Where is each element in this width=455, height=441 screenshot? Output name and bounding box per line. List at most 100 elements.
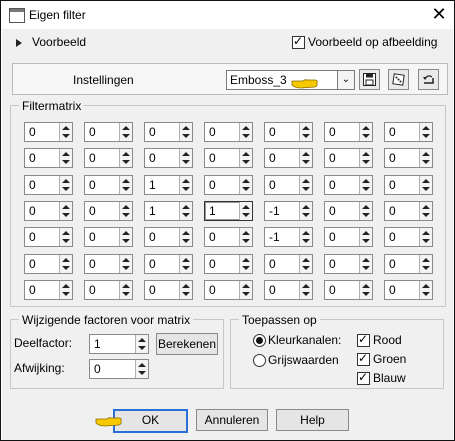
matrix-cell-r3-c6[interactable]: 0: [324, 175, 373, 195]
matrix-cell-r5-c2[interactable]: 0: [84, 227, 133, 247]
matrix-cell-r3-c1[interactable]: 0: [24, 175, 73, 195]
matrix-cell-r3-c3[interactable]: 1: [144, 175, 193, 195]
matrix-cell-spin-buttons[interactable]: [119, 176, 132, 194]
matrix-cell-r7-c6[interactable]: 0: [324, 280, 373, 300]
red-label[interactable]: Rood: [373, 333, 402, 347]
matrix-cell-spin-buttons[interactable]: [359, 202, 372, 220]
matrix-cell-r5-c5[interactable]: -1: [264, 227, 313, 247]
matrix-cell-spin-buttons[interactable]: [299, 202, 312, 220]
close-button[interactable]: ✕: [431, 5, 447, 23]
matrix-cell-spin-buttons[interactable]: [179, 255, 192, 273]
matrix-cell-spin-buttons[interactable]: [359, 176, 372, 194]
matrix-cell-r6-c4[interactable]: 0: [204, 254, 253, 274]
green-checkbox[interactable]: [357, 351, 370, 366]
matrix-cell-r3-c5[interactable]: 0: [264, 175, 313, 195]
matrix-cell-spin-buttons[interactable]: [299, 176, 312, 194]
matrix-cell-spin-buttons[interactable]: [119, 123, 132, 141]
matrix-cell-spin-buttons[interactable]: [419, 123, 432, 141]
matrix-cell-r2-c6[interactable]: 0: [324, 148, 373, 168]
matrix-cell-spin-buttons[interactable]: [239, 123, 252, 141]
grayscale-label[interactable]: Grijswaarden: [268, 353, 339, 367]
matrix-cell-r6-c2[interactable]: 0: [84, 254, 133, 274]
matrix-cell-r4-c4[interactable]: 1: [204, 201, 253, 221]
cancel-button[interactable]: Annuleren: [196, 409, 268, 431]
matrix-cell-spin-buttons[interactable]: [359, 149, 372, 167]
matrix-cell-r3-c4[interactable]: 0: [204, 175, 253, 195]
bias-stepper[interactable]: 0: [89, 359, 149, 379]
matrix-cell-spin-buttons[interactable]: [419, 202, 432, 220]
matrix-cell-spin-buttons[interactable]: [119, 149, 132, 167]
matrix-cell-spin-buttons[interactable]: [419, 176, 432, 194]
matrix-cell-r1-c1[interactable]: 0: [24, 122, 73, 142]
save-preset-button[interactable]: [359, 69, 380, 90]
matrix-cell-spin-buttons[interactable]: [419, 228, 432, 246]
compute-button[interactable]: Berekenen: [156, 333, 218, 355]
matrix-cell-spin-buttons[interactable]: [239, 176, 252, 194]
ok-button[interactable]: OK: [113, 409, 188, 433]
matrix-cell-r2-c1[interactable]: 0: [24, 148, 73, 168]
matrix-cell-r3-c2[interactable]: 0: [84, 175, 133, 195]
help-button[interactable]: Help: [276, 409, 349, 431]
color-channels-radio[interactable]: [253, 334, 266, 347]
grayscale-radio[interactable]: [253, 354, 266, 367]
matrix-cell-r6-c6[interactable]: 0: [324, 254, 373, 274]
matrix-cell-spin-buttons[interactable]: [239, 202, 252, 220]
matrix-cell-r2-c4[interactable]: 0: [204, 148, 253, 168]
reset-button[interactable]: [418, 69, 439, 90]
matrix-cell-r2-c2[interactable]: 0: [84, 148, 133, 168]
preview-on-image-checkbox[interactable]: [292, 34, 305, 49]
matrix-cell-r5-c1[interactable]: 0: [24, 227, 73, 247]
matrix-cell-spin-buttons[interactable]: [359, 255, 372, 273]
divisor-stepper[interactable]: 1: [89, 334, 149, 354]
matrix-cell-spin-buttons[interactable]: [59, 255, 72, 273]
preview-on-image-label[interactable]: Voorbeeld op afbeelding: [308, 35, 437, 49]
matrix-cell-r3-c7[interactable]: 0: [384, 175, 433, 195]
matrix-cell-spin-buttons[interactable]: [59, 123, 72, 141]
matrix-cell-spin-buttons[interactable]: [119, 228, 132, 246]
preset-dropdown-button[interactable]: ⌄: [337, 70, 355, 90]
matrix-cell-r2-c3[interactable]: 0: [144, 148, 193, 168]
matrix-cell-r2-c7[interactable]: 0: [384, 148, 433, 168]
matrix-cell-r7-c7[interactable]: 0: [384, 280, 433, 300]
matrix-cell-r2-c5[interactable]: 0: [264, 148, 313, 168]
matrix-cell-spin-buttons[interactable]: [239, 149, 252, 167]
matrix-cell-r1-c3[interactable]: 0: [144, 122, 193, 142]
matrix-cell-r7-c2[interactable]: 0: [84, 280, 133, 300]
matrix-cell-spin-buttons[interactable]: [179, 176, 192, 194]
blue-checkbox[interactable]: [357, 370, 370, 385]
matrix-cell-spin-buttons[interactable]: [359, 281, 372, 299]
matrix-cell-spin-buttons[interactable]: [59, 202, 72, 220]
matrix-cell-spin-buttons[interactable]: [419, 255, 432, 273]
matrix-cell-r4-c2[interactable]: 0: [84, 201, 133, 221]
green-label[interactable]: Groen: [373, 352, 406, 366]
matrix-cell-r7-c5[interactable]: 0: [264, 280, 313, 300]
matrix-cell-spin-buttons[interactable]: [299, 281, 312, 299]
matrix-cell-r5-c6[interactable]: 0: [324, 227, 373, 247]
matrix-cell-r4-c6[interactable]: 0: [324, 201, 373, 221]
matrix-cell-r1-c5[interactable]: 0: [264, 122, 313, 142]
matrix-cell-spin-buttons[interactable]: [59, 281, 72, 299]
red-checkbox[interactable]: [357, 332, 370, 347]
matrix-cell-r4-c3[interactable]: 1: [144, 201, 193, 221]
matrix-cell-r4-c5[interactable]: -1: [264, 201, 313, 221]
preview-label[interactable]: Voorbeeld: [32, 35, 86, 49]
matrix-cell-spin-buttons[interactable]: [179, 123, 192, 141]
matrix-cell-spin-buttons[interactable]: [419, 149, 432, 167]
matrix-cell-spin-buttons[interactable]: [359, 123, 372, 141]
matrix-cell-r7-c4[interactable]: 0: [204, 280, 253, 300]
color-channels-label[interactable]: Kleurkanalen:: [268, 333, 341, 347]
matrix-cell-r4-c7[interactable]: 0: [384, 201, 433, 221]
blue-label[interactable]: Blauw: [373, 371, 406, 385]
matrix-cell-spin-buttons[interactable]: [119, 255, 132, 273]
matrix-cell-spin-buttons[interactable]: [179, 149, 192, 167]
matrix-cell-r6-c5[interactable]: 0: [264, 254, 313, 274]
matrix-cell-spin-buttons[interactable]: [179, 281, 192, 299]
matrix-cell-spin-buttons[interactable]: [419, 281, 432, 299]
matrix-cell-spin-buttons[interactable]: [59, 228, 72, 246]
matrix-cell-spin-buttons[interactable]: [119, 281, 132, 299]
matrix-cell-r7-c1[interactable]: 0: [24, 280, 73, 300]
matrix-cell-spin-buttons[interactable]: [299, 123, 312, 141]
matrix-cell-spin-buttons[interactable]: [239, 255, 252, 273]
matrix-cell-r5-c3[interactable]: 0: [144, 227, 193, 247]
matrix-cell-r6-c1[interactable]: 0: [24, 254, 73, 274]
